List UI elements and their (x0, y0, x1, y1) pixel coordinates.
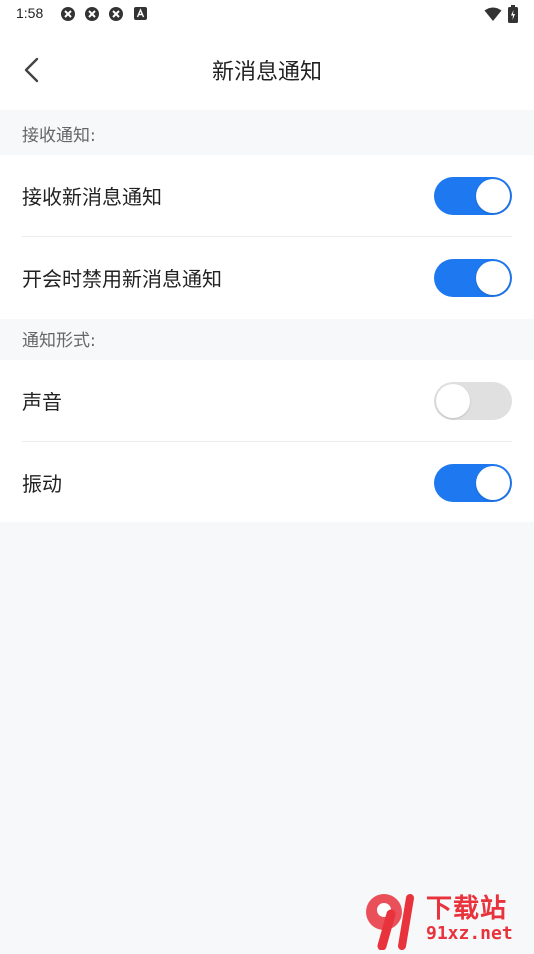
toggle-switch[interactable] (434, 259, 512, 297)
wifi-icon (484, 7, 502, 21)
setting-row-receive-new-messages: 接收新消息通知 (0, 155, 534, 237)
app-notification-icon (109, 7, 123, 21)
app-notification-icon (61, 7, 75, 21)
toggle-switch[interactable] (434, 382, 512, 420)
setting-label: 声音 (22, 390, 62, 414)
section-label-receive: 接收通知: (22, 126, 96, 146)
app-notification-icon (85, 7, 99, 21)
settings-card-notify-style: 声音 振动 (0, 360, 534, 522)
setting-label: 振动 (22, 472, 62, 496)
toggle-knob (476, 179, 510, 213)
battery-icon (508, 5, 518, 23)
app-header: 新消息通知 (0, 28, 534, 110)
settings-card-receive: 接收新消息通知 开会时禁用新消息通知 (0, 155, 534, 319)
setting-row-disable-during-meeting: 开会时禁用新消息通知 (0, 237, 534, 319)
toggle-knob (476, 466, 510, 500)
setting-label: 接收新消息通知 (22, 185, 162, 209)
watermark: 下载站 91xz.net (360, 888, 534, 951)
setting-label: 开会时禁用新消息通知 (22, 267, 222, 291)
toggle-knob (436, 384, 470, 418)
toggle-knob (476, 261, 510, 295)
status-time: 1:58 (16, 5, 44, 21)
status-bar: 1:58 (0, 0, 534, 28)
watermark-logo-icon (366, 894, 414, 951)
watermark-url: 91xz.net (426, 923, 513, 944)
toggle-switch[interactable] (434, 177, 512, 215)
watermark-text: 下载站 (426, 894, 508, 924)
setting-row-sound: 声音 (0, 360, 534, 442)
setting-row-vibrate: 振动 (0, 442, 534, 524)
a-icon (134, 7, 147, 20)
section-label-notify-style: 通知形式: (22, 331, 96, 351)
toggle-switch[interactable] (434, 464, 512, 502)
page-title: 新消息通知 (211, 60, 322, 85)
